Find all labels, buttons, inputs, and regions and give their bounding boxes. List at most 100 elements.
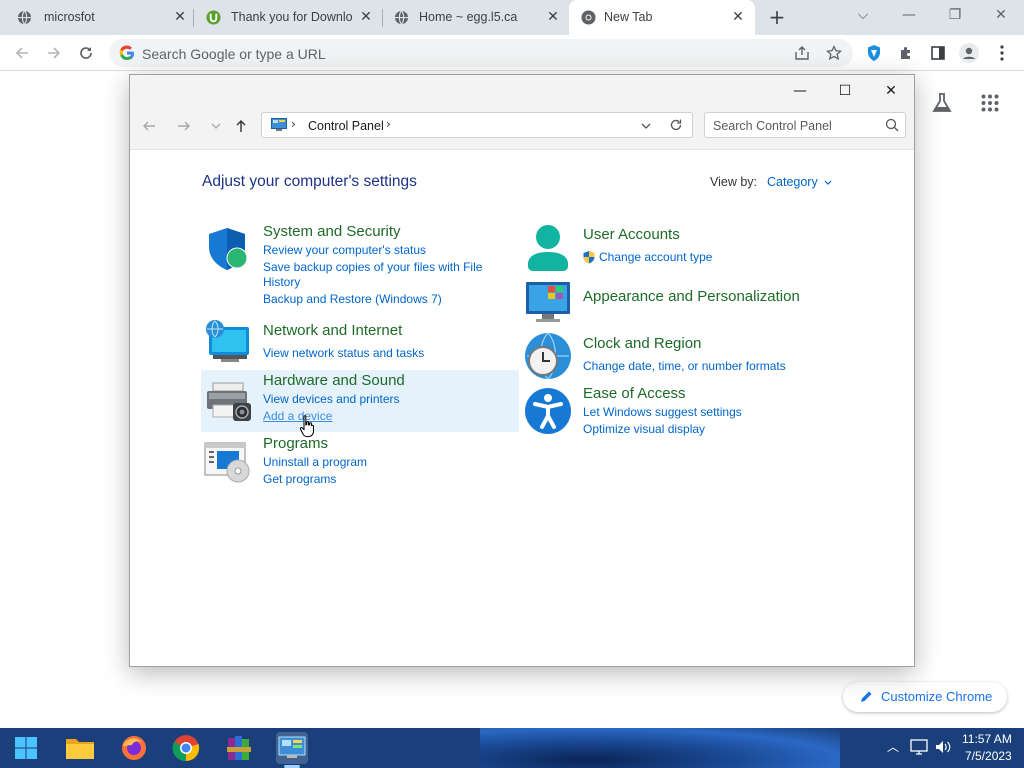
- close-tab-icon[interactable]: ✕: [730, 9, 746, 25]
- taskbar: ︿ 11:57 AM 7/5/2023: [0, 728, 1024, 768]
- back-button[interactable]: [10, 41, 34, 65]
- ease-of-access-icon[interactable]: [524, 387, 572, 435]
- address-bar[interactable]: Search Google or type a URL: [109, 39, 853, 67]
- side-panel-icon[interactable]: [928, 43, 948, 63]
- programs-icon[interactable]: [203, 439, 253, 483]
- extensions-puzzle-icon[interactable]: [896, 43, 916, 63]
- link-save-backup[interactable]: Save backup copies of your files with Fi…: [263, 260, 482, 274]
- tab-search-chevron-icon[interactable]: ⌵: [848, 4, 878, 26]
- display-icon[interactable]: [910, 739, 928, 755]
- close-tab-icon[interactable]: ✕: [172, 9, 188, 25]
- link-add-device[interactable]: Add a device: [263, 409, 332, 423]
- user-accounts-icon[interactable]: [526, 224, 570, 272]
- clock-time[interactable]: 11:57 AM: [962, 732, 1012, 746]
- link-change-account-type[interactable]: Change account type: [599, 250, 712, 264]
- category-programs[interactable]: Programs: [263, 435, 328, 452]
- link-review-status[interactable]: Review your computer's status: [263, 243, 426, 257]
- close-window-button[interactable]: ✕: [986, 4, 1016, 26]
- restore-button[interactable]: ❐: [940, 4, 970, 26]
- reload-button[interactable]: [74, 41, 98, 65]
- chrome-taskbar-button[interactable]: [170, 732, 202, 764]
- category-clock-and-region[interactable]: Clock and Region: [583, 335, 701, 352]
- pencil-icon: [861, 691, 872, 702]
- control-panel-taskbar-button[interactable]: [276, 732, 308, 764]
- google-apps-icon[interactable]: [981, 94, 999, 112]
- link-get-programs[interactable]: Get programs: [263, 472, 336, 486]
- new-tab-button[interactable]: +: [766, 6, 788, 28]
- reload-icon: [80, 47, 92, 59]
- refresh-icon[interactable]: [669, 118, 683, 132]
- chrome-icon: [172, 735, 200, 762]
- network-icon[interactable]: [203, 319, 253, 365]
- cp-back-button[interactable]: [138, 115, 160, 137]
- file-explorer-button[interactable]: [64, 732, 96, 764]
- link-change-date-formats[interactable]: Change date, time, or number formats: [583, 359, 786, 373]
- link-view-devices-printers[interactable]: View devices and printers: [263, 392, 400, 406]
- bookmark-star-icon[interactable]: [824, 43, 844, 63]
- tab-thank-you[interactable]: Thank you for Downlo ✕: [194, 0, 382, 35]
- tab-microsfot[interactable]: microsfot ✕: [0, 0, 193, 35]
- cp-close-button[interactable]: ✕: [876, 81, 906, 101]
- close-tab-icon[interactable]: ✕: [545, 9, 561, 25]
- category-appearance-and-personalization[interactable]: Appearance and Personalization: [583, 288, 800, 305]
- chrome-icon: [581, 10, 596, 25]
- google-icon: [119, 45, 134, 61]
- link-optimize-visual-display[interactable]: Optimize visual display: [583, 422, 705, 436]
- category-ease-of-access[interactable]: Ease of Access: [583, 385, 686, 402]
- category-user-accounts[interactable]: User Accounts: [583, 226, 680, 243]
- clock-date[interactable]: 7/5/2023: [965, 749, 1012, 763]
- appearance-icon[interactable]: [524, 280, 574, 324]
- clock-region-icon[interactable]: [523, 331, 573, 381]
- cp-minimize-button[interactable]: —: [785, 81, 815, 101]
- printer-icon[interactable]: [205, 381, 253, 423]
- chrome-menu-icon[interactable]: [992, 43, 1012, 63]
- view-by-dropdown[interactable]: Category: [767, 175, 832, 189]
- winrar-button[interactable]: [223, 732, 255, 764]
- customize-chrome-button[interactable]: Customize Chrome: [843, 682, 1007, 712]
- minimize-button[interactable]: —: [894, 4, 924, 26]
- firefox-button[interactable]: [118, 732, 150, 764]
- search-icon: [885, 118, 899, 132]
- cp-up-button[interactable]: [230, 115, 252, 137]
- category-system-and-security[interactable]: System and Security: [263, 223, 401, 240]
- cp-maximize-button[interactable]: ☐: [830, 81, 860, 101]
- browser-toolbar: Search Google or type a URL: [0, 35, 1024, 71]
- volume-icon[interactable]: [934, 739, 952, 755]
- close-tab-icon[interactable]: ✕: [358, 9, 374, 25]
- uac-shield-icon: [583, 251, 595, 264]
- link-backup-restore[interactable]: Backup and Restore (Windows 7): [263, 292, 442, 306]
- category-network-and-internet[interactable]: Network and Internet: [263, 322, 402, 339]
- vpn-shield-icon[interactable]: [864, 43, 884, 63]
- forward-button[interactable]: [42, 41, 66, 65]
- tab-title: Home ~ egg.l5.ca: [419, 10, 518, 24]
- breadcrumb-control-panel[interactable]: Control Panel: [308, 119, 384, 133]
- globe-icon: [394, 10, 409, 25]
- breadcrumb-chevron-icon[interactable]: ›: [386, 117, 391, 131]
- labs-flask-icon[interactable]: [931, 92, 953, 114]
- share-icon[interactable]: [792, 43, 812, 63]
- cp-forward-button[interactable]: [173, 115, 195, 137]
- address-bar-placeholder: Search Google or type a URL: [142, 46, 326, 62]
- cp-search-input[interactable]: Search Control Panel: [704, 112, 906, 138]
- profile-avatar-icon[interactable]: [959, 43, 979, 63]
- shield-icon[interactable]: [205, 226, 251, 272]
- cp-recent-dropdown[interactable]: [205, 115, 227, 137]
- tab-new-tab[interactable]: New Tab ✕: [569, 0, 755, 35]
- link-uninstall-program[interactable]: Uninstall a program: [263, 455, 367, 469]
- chevron-down-icon: [824, 180, 832, 185]
- tab-home-egg[interactable]: Home ~ egg.l5.ca ✕: [383, 0, 569, 35]
- breadcrumb-chevron-icon: ›: [291, 117, 296, 131]
- arrow-left-icon: [143, 121, 155, 131]
- view-by-label: View by:: [710, 175, 758, 189]
- tab-strip: microsfot ✕ Thank you for Downlo ✕ Home …: [0, 0, 1024, 35]
- chevron-down-icon[interactable]: [641, 122, 651, 130]
- cp-address-bar[interactable]: › Control Panel ›: [261, 112, 693, 138]
- link-file-history[interactable]: History: [263, 275, 300, 289]
- category-hardware-and-sound[interactable]: Hardware and Sound: [263, 372, 405, 389]
- arrow-right-icon: [178, 121, 190, 131]
- link-windows-suggest-settings[interactable]: Let Windows suggest settings: [583, 405, 742, 419]
- link-network-status[interactable]: View network status and tasks: [263, 346, 424, 360]
- show-hidden-icons-chevron-icon[interactable]: ︿: [887, 738, 899, 755]
- start-button[interactable]: [10, 732, 42, 764]
- globe-icon: [17, 10, 32, 25]
